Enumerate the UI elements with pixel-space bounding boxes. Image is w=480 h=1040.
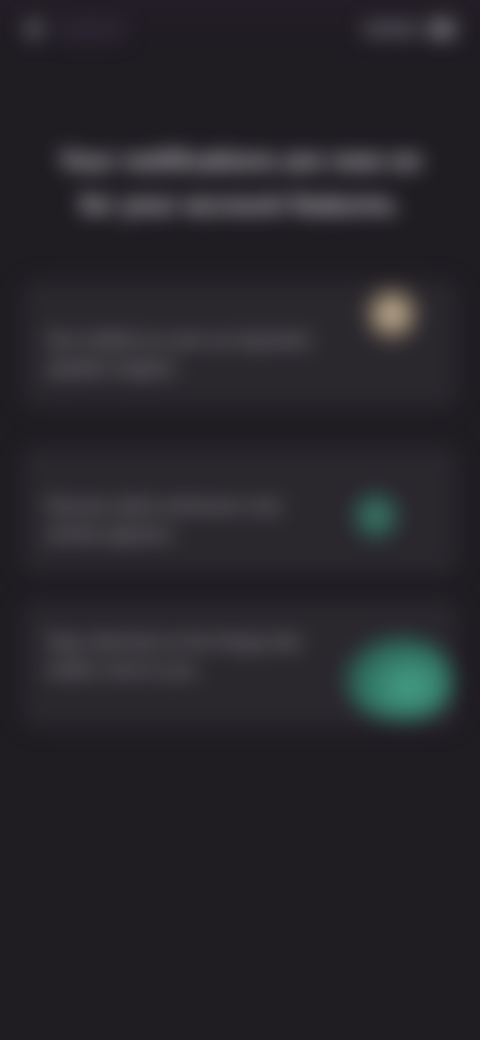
status-dot-icon bbox=[24, 19, 44, 39]
battery-icon bbox=[428, 20, 456, 38]
status-right bbox=[362, 20, 456, 38]
sun-icon bbox=[364, 286, 420, 342]
feature-card-2[interactable]: Receive alerts whenever new activity app… bbox=[22, 446, 458, 574]
status-left-block bbox=[56, 18, 126, 40]
page-title: Your notifications are now on for your a… bbox=[58, 145, 422, 219]
feature-card-1[interactable]: Get notified as soon as important update… bbox=[22, 280, 458, 408]
feature-card-text: Get notified as soon as important update… bbox=[46, 330, 311, 378]
dot-icon bbox=[352, 492, 400, 540]
check-icon bbox=[344, 636, 452, 720]
feature-card-text: Stay informed on the things that matter … bbox=[46, 632, 301, 680]
blurred-content: Your notifications are now on for your a… bbox=[0, 0, 480, 1040]
status-left bbox=[24, 18, 126, 40]
screen: Your notifications are now on for your a… bbox=[0, 0, 480, 1040]
status-bar bbox=[24, 14, 456, 44]
feature-card-text: Receive alerts whenever new activity app… bbox=[46, 496, 282, 544]
signal-icon bbox=[362, 22, 420, 36]
feature-card-3[interactable]: Stay informed on the things that matter … bbox=[22, 600, 458, 728]
